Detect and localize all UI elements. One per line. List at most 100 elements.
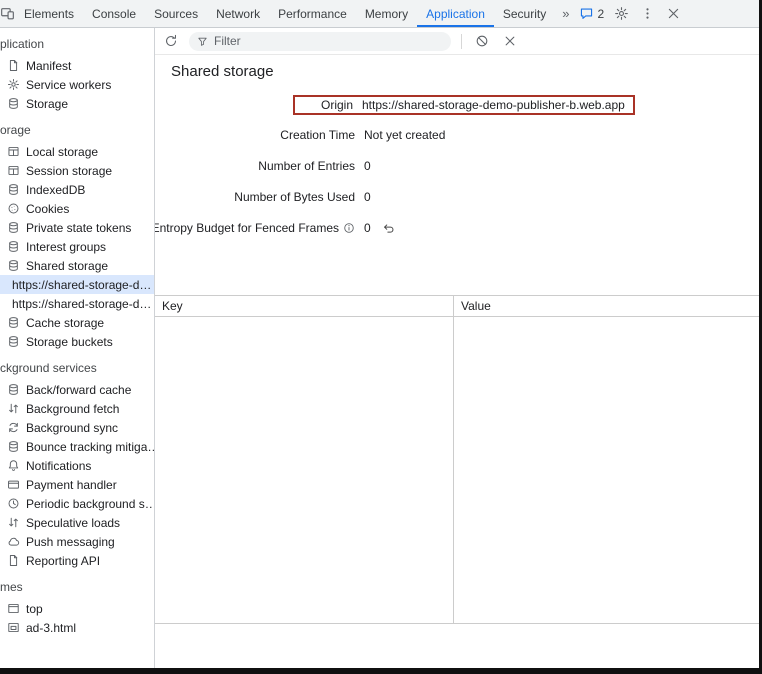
sidebar-item-https-shared-storage-d[interactable]: https://shared-storage-d… [0,294,154,313]
metadata-value: https://shared-storage-demo-publisher-b.… [362,98,625,112]
delete-all-button[interactable] [472,31,492,51]
metadata-label-text: Number of Bytes Used [234,190,355,204]
sidebar-item-label: Shared storage [26,259,108,273]
sidebar-item-back-forward-cache[interactable]: Back/forward cache [0,380,154,399]
sidebar-item-label: https://shared-storage-d… [12,297,151,311]
section-header-background-services: ckground services [0,351,154,380]
sidebar-item-label: top [26,602,43,616]
funnel-icon [197,36,208,47]
metadata-label: Number of Bytes Used [171,190,355,204]
metadata-label: Number of Entries [171,159,355,173]
sidebar-item-label: Storage buckets [26,335,113,349]
more-options-button[interactable] [635,2,659,26]
settings-button[interactable] [609,2,633,26]
metadata-value: 0 [364,190,371,204]
tab-console[interactable]: Console [83,0,145,27]
bell-icon [7,459,20,472]
sidebar-item-shared-storage[interactable]: Shared storage [0,256,154,275]
delete-selected-button[interactable] [500,31,520,51]
sidebar-item-label: Cache storage [26,316,104,330]
metadata-row-origin: Originhttps://shared-storage-demo-publis… [293,95,635,115]
metadata-row-entropy-budget-for-fenced-frames: Entropy Budget for Fenced Frames0 [171,220,743,236]
sidebar-item-reporting-api[interactable]: Reporting API [0,551,154,570]
sidebar-item-payment-handler[interactable]: Payment handler [0,475,154,494]
tab-sources[interactable]: Sources [145,0,207,27]
metadata-label-text: Entropy Budget for Fenced Frames [155,221,339,235]
metadata-value-text: 0 [364,190,371,204]
sidebar-item-label: ad-3.html [26,621,76,635]
sidebar-item-cache-storage[interactable]: Cache storage [0,313,154,332]
payment-card-icon [7,478,20,491]
section-header-storage: orage [0,113,154,142]
devtools-body: plicationManifestService workersStorageo… [0,28,759,668]
tab-application[interactable]: Application [417,0,494,27]
sidebar-item-label: Notifications [26,459,91,473]
tab-network[interactable]: Network [207,0,269,27]
sidebar-item-cookies[interactable]: Cookies [0,199,154,218]
metadata-value-text: 0 [364,221,371,235]
sidebar-item-manifest[interactable]: Manifest [0,56,154,75]
iframe-icon [7,621,20,634]
console-messages-button[interactable]: 2 [576,2,607,26]
sidebar-item-storage-buckets[interactable]: Storage buckets [0,332,154,351]
sidebar-item-label: Background sync [26,421,118,435]
sidebar-item-label: Bounce tracking mitiga… [26,440,154,454]
sidebar-item-local-storage[interactable]: Local storage [0,142,154,161]
document-icon [7,59,20,72]
sync-icon [7,421,20,434]
tab-elements[interactable]: Elements [15,0,83,27]
sidebar-item-private-state-tokens[interactable]: Private state tokens [0,218,154,237]
sidebar-item-service-workers[interactable]: Service workers [0,75,154,94]
metadata-label: Creation Time [171,128,355,142]
sidebar-item-background-sync[interactable]: Background sync [0,418,154,437]
sidebar-item-notifications[interactable]: Notifications [0,456,154,475]
sidebar-item-ad-3-html[interactable]: ad-3.html [0,618,154,637]
sidebar-item-bounce-tracking-mitiga[interactable]: Bounce tracking mitiga… [0,437,154,456]
cookie-icon [7,202,20,215]
metadata-row-number-of-bytes-used: Number of Bytes Used 0 [171,189,743,205]
sidebar-item-background-fetch[interactable]: Background fetch [0,399,154,418]
metadata-row-number-of-entries: Number of Entries 0 [171,158,743,174]
metadata-list: Originhttps://shared-storage-demo-publis… [171,95,743,236]
sidebar-item-label: IndexedDB [26,183,85,197]
panel-tabs: ElementsConsoleSourcesNetworkPerformance… [15,0,576,27]
section-header-application: plication [0,30,154,56]
tab-memory[interactable]: Memory [356,0,417,27]
close-devtools-button[interactable] [661,2,685,26]
sidebar-item-label: Cookies [26,202,69,216]
column-header-key[interactable]: Key [155,296,454,317]
reset-entropy-budget-button[interactable] [381,220,397,236]
close-icon [503,34,517,48]
sidebar-item-label: Background fetch [26,402,119,416]
tab-security[interactable]: Security [494,0,555,27]
shared-storage-toolbar: Filter [155,28,759,55]
sidebar-item-indexeddb[interactable]: IndexedDB [0,180,154,199]
sidebar-item-push-messaging[interactable]: Push messaging [0,532,154,551]
metadata-value: 0 [364,159,371,173]
devtools-tabbar: ElementsConsoleSourcesNetworkPerformance… [0,0,759,28]
sidebar-item-interest-groups[interactable]: Interest groups [0,237,154,256]
reset-icon [382,222,395,235]
sidebar-item-label: Payment handler [26,478,117,492]
sidebar-item-https-shared-storage-d[interactable]: https://shared-storage-d… [0,275,154,294]
kebab-menu-icon [640,6,655,21]
filter-input[interactable]: Filter [189,32,451,51]
tab-performance[interactable]: Performance [269,0,356,27]
sidebar-item-label: Private state tokens [26,221,131,235]
more-tabs-button[interactable]: » [555,0,576,27]
metadata-value: Not yet created [364,128,445,142]
refresh-button[interactable] [161,31,181,51]
metadata-value-text: https://shared-storage-demo-publisher-b.… [362,98,625,112]
database-icon [7,335,20,348]
metadata-value-text: 0 [364,159,371,173]
sidebar-item-top[interactable]: top [0,599,154,618]
toggle-device-toolbar-button[interactable] [0,0,15,27]
sidebar-item-session-storage[interactable]: Session storage [0,161,154,180]
sidebar-item-storage[interactable]: Storage [0,94,154,113]
sidebar-item-speculative-loads[interactable]: Speculative loads [0,513,154,532]
sidebar-item-periodic-background-s[interactable]: Periodic background s… [0,494,154,513]
block-icon [475,34,489,48]
column-header-value[interactable]: Value [454,296,759,317]
up-down-arrows-icon [7,402,20,415]
gear-icon [614,6,629,21]
